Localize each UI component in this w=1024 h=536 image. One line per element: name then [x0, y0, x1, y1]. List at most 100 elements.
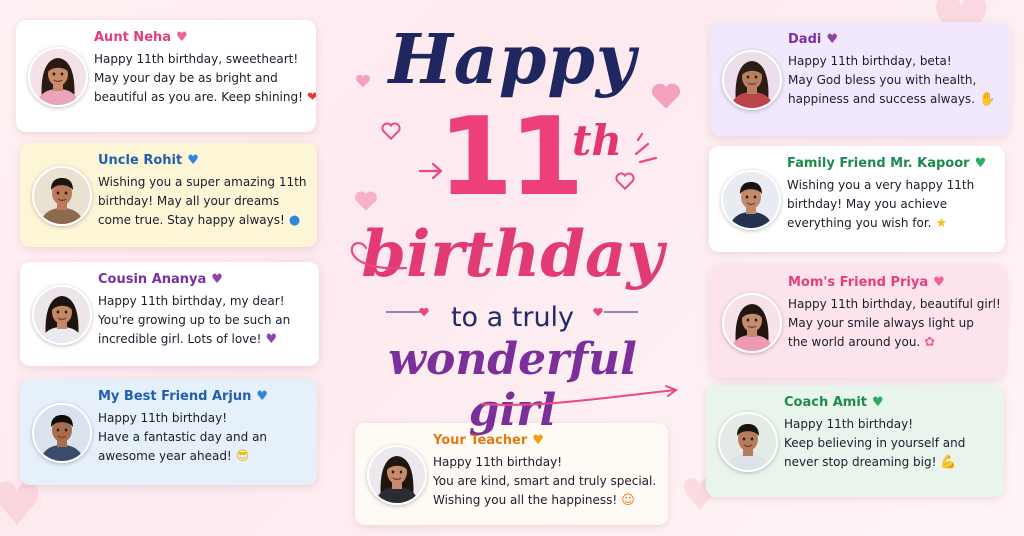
avatar — [722, 292, 782, 353]
message-line: Happy 11th birthday, beta! — [788, 52, 1000, 71]
message-line: Have a fantastic day and an — [98, 428, 307, 447]
message-line: Happy 11th birthday! — [98, 409, 307, 428]
message-line: May your day be as bright and — [94, 69, 306, 88]
title-birthday: birthday — [361, 217, 664, 292]
message-text: Happy 11th birthday, beautiful girl! — [788, 297, 1001, 311]
message-line: Happy 11th birthday, beautiful girl! — [788, 295, 1001, 314]
message-text: the world around you. — [788, 335, 921, 349]
message-text: May your day be as bright and — [94, 71, 278, 85]
message-text: Wishing you all the happiness! — [433, 493, 618, 507]
message-text: Have a fantastic day and an — [98, 430, 268, 444]
heart-icon: ♥ — [256, 389, 269, 404]
title-suffix: th — [572, 116, 622, 165]
sender-name-text: Cousin Ananya — [98, 272, 207, 287]
emoji-icon: 😎 — [235, 449, 250, 464]
sparkle-lines-icon — [634, 132, 658, 164]
heart-icon: ♥ — [933, 275, 945, 290]
emoji-icon: ★ — [935, 216, 948, 231]
wish-card-best-friend-arjun: My Best Friend Arjun ♥ Happy 11th birthday… — [20, 379, 317, 485]
title-happy: Happy — [388, 20, 637, 100]
sender-name: Uncle Rohit ♥ — [98, 153, 307, 168]
message-text: Happy 11th birthday! — [98, 411, 227, 425]
message-text: awesome year ahead! — [98, 449, 232, 463]
sender-name-text: Mom's Friend Priya — [788, 275, 929, 290]
emoji-icon: ✋ — [979, 92, 996, 107]
message-text: You are kind, smart and truly special. — [433, 474, 657, 488]
message-text: May God bless you with health, — [788, 73, 977, 87]
avatar — [32, 166, 92, 226]
message-line: May your smile always light up — [788, 314, 996, 333]
sender-name: Aunt Neha ♥ — [94, 30, 306, 45]
message-line: beautiful as you are. Keep shining! ❤ — [94, 88, 316, 107]
sender-name: Mom's Friend Priya ♥ — [788, 275, 996, 290]
message-line: awesome year ahead! 😎 — [98, 447, 307, 466]
wish-card-your-teacher: Your Teacher ♥ Happy 11th birthday! You are… — [355, 423, 668, 525]
wish-card-aunt-neha: Aunt Neha ♥ Happy 11th birthday, sweethear… — [16, 20, 316, 132]
message-text: never stop dreaming big! — [784, 455, 937, 469]
message-line: Happy 11th birthday! — [433, 453, 658, 472]
message-text: Happy 11th birthday, my dear! — [98, 294, 285, 308]
message-text: beautiful as you are. Keep shining! — [94, 90, 303, 104]
message-text: Wishing you a very happy 11th — [787, 178, 975, 192]
emoji-icon: ❤ — [306, 90, 316, 105]
birthday-title: Happy 11 th birthday to a truly wonderfu… — [340, 12, 685, 436]
sender-name-text: Uncle Rohit — [98, 153, 183, 168]
message-text: Happy 11th birthday, sweetheart! — [94, 52, 299, 66]
emoji-icon: ☺ — [621, 493, 635, 508]
avatar — [32, 403, 92, 463]
sender-name-text: My Best Friend Arjun — [98, 389, 252, 404]
message-text: birthday! May you achieve — [787, 197, 948, 211]
message-line: the world around you. ✿ — [788, 333, 996, 352]
sender-name: Family Friend Mr. Kapoor ♥ — [787, 156, 995, 171]
message-line: never stop dreaming big! 💪 — [784, 453, 994, 472]
message-line: You are kind, smart and truly special. — [433, 472, 658, 491]
wish-card-family-friend-kapoor: Family Friend Mr. Kapoor ♥ Wishing you a v… — [709, 146, 1005, 252]
avatar — [32, 285, 92, 345]
message-text: You're growing up to be such an — [98, 313, 291, 327]
message-text: Happy 11th birthday, beta! — [788, 54, 952, 68]
sender-name-text: Family Friend Mr. Kapoor — [787, 156, 970, 171]
message-text: come true. Stay happy always! — [98, 213, 285, 227]
message-line: everything you wish for. ★ — [787, 214, 995, 233]
avatar — [28, 47, 88, 107]
title-to-a-truly: to a truly — [450, 302, 575, 333]
emoji-icon: ♥ — [265, 332, 278, 347]
message-text: Happy 11th birthday! — [433, 455, 562, 469]
heart-icon: ♥ — [187, 153, 199, 168]
message-text: birthday! May all your dreams — [98, 194, 280, 208]
avatar — [718, 412, 778, 472]
heart-icon: ♥ — [826, 32, 838, 47]
message-line: birthday! May you achieve — [787, 195, 995, 214]
heart-icon: ♥ — [176, 30, 188, 45]
sender-name-text: Coach Amit — [784, 395, 868, 410]
heart-icon: ♥ — [211, 272, 223, 287]
title-wonderful-girl: wonderful girl — [388, 334, 637, 436]
avatar — [367, 445, 427, 505]
emoji-icon: 💪 — [940, 455, 957, 470]
sender-name-text: Aunt Neha — [94, 30, 172, 45]
wish-card-uncle-rohit: Uncle Rohit ♥ Wishing you a super amazing … — [20, 143, 317, 247]
message-text: incredible girl. Lots of love! — [98, 332, 262, 346]
wish-card-dadi: Dadi ♥ Happy 11th birthday, beta! May God b… — [710, 22, 1010, 136]
wish-card-coach-amit: Coach Amit ♥ Happy 11th birthday! Keep beli… — [706, 385, 1004, 497]
sender-name: Cousin Ananya ♥ — [98, 272, 309, 287]
message-text: Wishing you a super amazing 11th — [98, 175, 307, 189]
heart-icon — [355, 191, 377, 211]
emoji-icon: ● — [288, 213, 301, 228]
message-line: come true. Stay happy always! ● — [98, 211, 307, 230]
heart-icon — [381, 122, 401, 141]
wish-card-moms-friend-priya: Mom's Friend Priya ♥ Happy 11th birthday, … — [710, 265, 1006, 378]
sender-name: Coach Amit ♥ — [784, 395, 994, 410]
message-line: Wishing you all the happiness! ☺ — [433, 491, 658, 510]
message-line: Happy 11th birthday! — [784, 415, 994, 434]
message-line: Wishing you a very happy 11th — [787, 176, 995, 195]
avatar — [721, 170, 781, 230]
sender-name: Dadi ♥ — [788, 32, 1000, 47]
heart-icon — [615, 172, 635, 191]
message-line: happiness and success always. ✋ — [788, 90, 1000, 109]
message-text: Keep believing in yourself and — [784, 436, 966, 450]
message-line: May God bless you with health, — [788, 71, 1000, 90]
message-line: Keep believing in yourself and — [784, 434, 994, 453]
wish-card-cousin-ananya: Cousin Ananya ♥ Happy 11th birthday, my de… — [20, 262, 319, 366]
message-line: Happy 11th birthday, sweetheart! — [94, 50, 306, 69]
